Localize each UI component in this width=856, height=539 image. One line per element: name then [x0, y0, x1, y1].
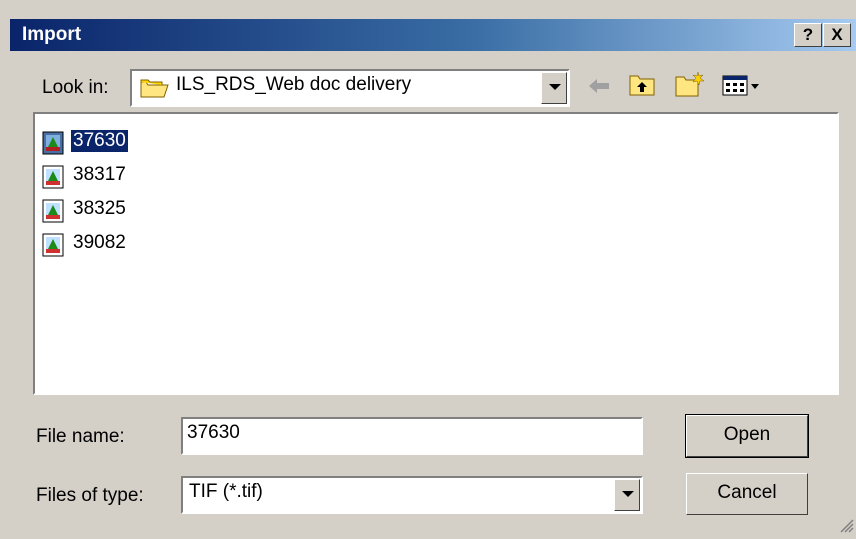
import-dialog: Import ? X Look in: ILS_RDS_Web doc deli… [0, 0, 856, 535]
up-folder-icon[interactable] [628, 73, 656, 103]
chevron-down-icon [549, 84, 561, 90]
chevron-down-icon [622, 491, 634, 497]
resize-grip-icon[interactable] [838, 517, 854, 533]
file-name: 37630 [71, 130, 128, 152]
back-arrow-icon[interactable] [587, 76, 613, 102]
folder-icon [140, 77, 170, 105]
files-of-type-select[interactable]: TIF (*.tif) [181, 476, 643, 514]
files-of-type-label: Files of type: [36, 485, 144, 506]
look-in-combo[interactable]: ILS_RDS_Web doc delivery [130, 69, 570, 107]
file-name: 38317 [73, 164, 126, 185]
image-file-icon [41, 233, 65, 263]
close-button[interactable]: X [823, 23, 851, 47]
file-name-input[interactable]: 37630 [181, 417, 643, 455]
new-folder-icon[interactable] [674, 70, 706, 104]
image-file-icon [41, 199, 65, 229]
open-button[interactable]: Open [685, 414, 809, 458]
help-button[interactable]: ? [794, 23, 822, 47]
image-file-icon [41, 165, 65, 195]
image-file-icon [41, 131, 65, 161]
look-in-dropdown-button[interactable] [541, 72, 567, 104]
files-of-type-value: TIF (*.tif) [189, 481, 263, 502]
file-name: 38325 [73, 198, 126, 219]
file-name-label: File name: [36, 426, 125, 447]
title-bar[interactable]: Import ? X [10, 19, 856, 51]
file-name: 39082 [73, 232, 126, 253]
look-in-value: ILS_RDS_Web doc delivery [176, 74, 412, 95]
file-list[interactable]: 37630 38317 38325 39082 [33, 112, 839, 395]
files-of-type-dropdown-button[interactable] [614, 479, 640, 511]
look-in-label: Look in: [42, 77, 109, 98]
cancel-button[interactable]: Cancel [686, 473, 808, 515]
window-title: Import [22, 24, 82, 45]
view-menu-icon[interactable] [722, 75, 762, 103]
file-name-value: 37630 [187, 422, 240, 443]
